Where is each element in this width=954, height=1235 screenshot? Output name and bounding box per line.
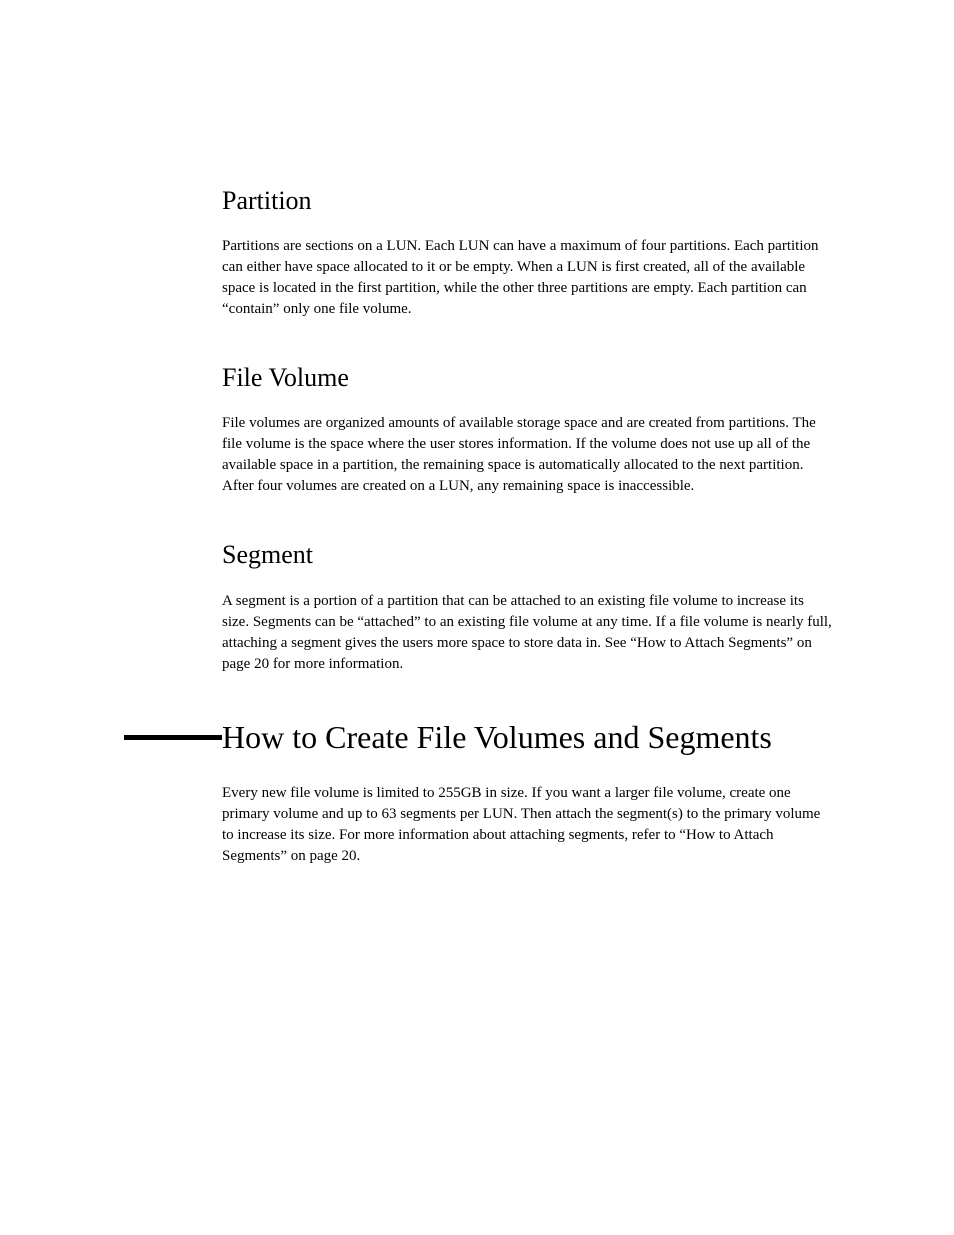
how-to-create-section: How to Create File Volumes and Segments … bbox=[222, 717, 834, 867]
file-volume-section: File Volume File volumes are organized a… bbox=[222, 362, 834, 497]
file-volume-body: File volumes are organized amounts of av… bbox=[222, 413, 834, 497]
how-to-create-heading: How to Create File Volumes and Segments bbox=[222, 717, 834, 757]
partition-section: Partition Partitions are sections on a L… bbox=[222, 185, 834, 320]
how-to-create-body: Every new file volume is limited to 255G… bbox=[222, 783, 834, 867]
segment-heading: Segment bbox=[222, 539, 834, 570]
file-volume-heading: File Volume bbox=[222, 362, 834, 393]
segment-body: A segment is a portion of a partition th… bbox=[222, 591, 834, 675]
partition-heading: Partition bbox=[222, 185, 834, 216]
document-page: Partition Partitions are sections on a L… bbox=[0, 0, 954, 867]
segment-section: Segment A segment is a portion of a part… bbox=[222, 539, 834, 674]
section-rule-icon bbox=[124, 735, 222, 740]
partition-body: Partitions are sections on a LUN. Each L… bbox=[222, 236, 834, 320]
